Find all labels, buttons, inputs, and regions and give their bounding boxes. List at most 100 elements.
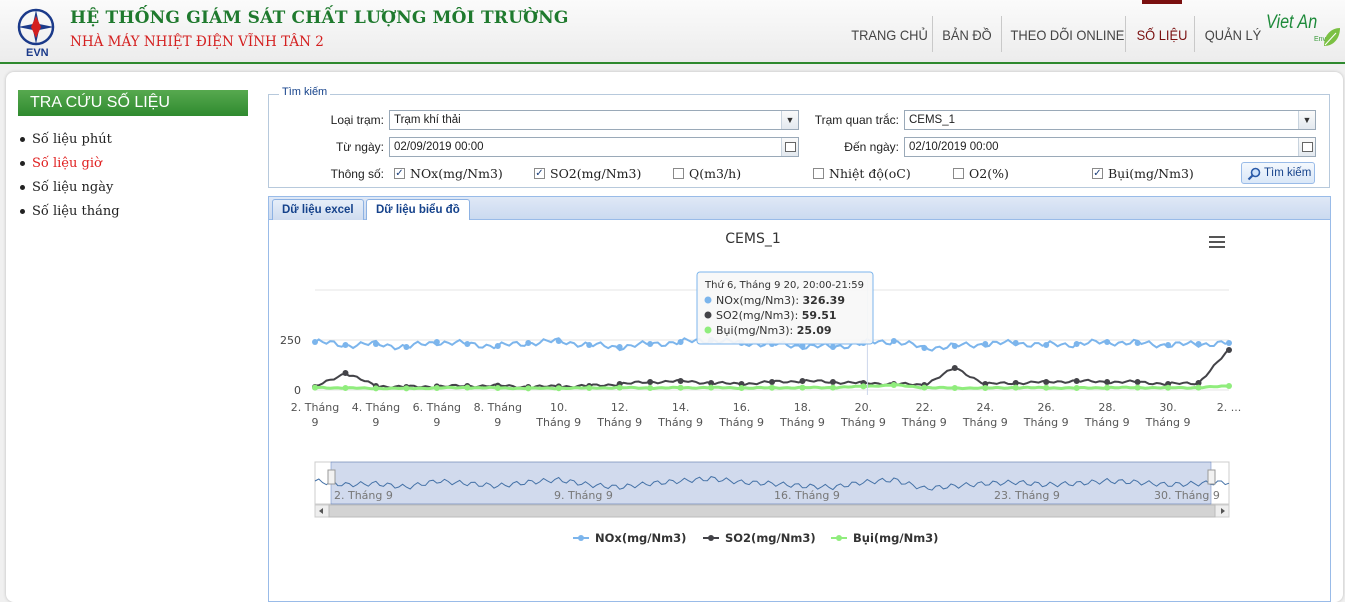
nav-data[interactable]: SỐ LIỆU bbox=[1136, 0, 1188, 62]
data-point[interactable] bbox=[799, 378, 806, 384]
data-point[interactable] bbox=[525, 385, 532, 392]
checkbox-temperature[interactable] bbox=[813, 168, 824, 179]
legend-marker[interactable] bbox=[708, 535, 714, 541]
data-point[interactable] bbox=[433, 385, 440, 391]
checkbox-o2[interactable] bbox=[953, 168, 964, 179]
checkbox-so2[interactable]: ✓ bbox=[534, 168, 545, 179]
station-select[interactable]: CEMS_1 ▼ bbox=[904, 110, 1316, 130]
data-point[interactable] bbox=[1165, 384, 1172, 391]
data-point[interactable] bbox=[1104, 384, 1111, 391]
navigator-handle[interactable] bbox=[327, 469, 336, 485]
nav-online-monitoring[interactable]: THEO DÕI ONLINE bbox=[1011, 0, 1125, 62]
navigator-scrollbar-thumb[interactable] bbox=[328, 504, 1216, 518]
chart-menu-icon[interactable] bbox=[1209, 236, 1225, 248]
tab-excel-data[interactable]: Dữ liệu excel bbox=[272, 199, 364, 220]
data-point[interactable] bbox=[403, 385, 410, 392]
checkbox-dust[interactable]: ✓ bbox=[1092, 168, 1103, 179]
data-point[interactable] bbox=[1104, 379, 1111, 385]
data-point[interactable] bbox=[890, 382, 897, 388]
from-date-input[interactable]: 02/09/2019 00:00 bbox=[389, 137, 799, 157]
sidebar-item-month-data[interactable]: Số liệu tháng bbox=[20, 204, 120, 219]
sidebar-item-day-data[interactable]: Số liệu ngày bbox=[20, 180, 113, 195]
legend-item[interactable]: NOx(mg/Nm3) bbox=[595, 531, 686, 545]
nav-home[interactable]: TRANG CHỦ bbox=[851, 0, 928, 62]
viet-an-logo[interactable]: Viet An Enviro bbox=[1266, 10, 1342, 52]
sidebar-item-hour-data[interactable]: Số liệu giờ bbox=[20, 156, 102, 171]
data-point[interactable] bbox=[464, 341, 471, 347]
data-point[interactable] bbox=[890, 338, 897, 344]
data-point[interactable] bbox=[1012, 384, 1019, 391]
data-point[interactable] bbox=[1134, 340, 1141, 346]
data-point[interactable] bbox=[616, 344, 623, 350]
legend-item[interactable]: Bụi(mg/Nm3) bbox=[853, 531, 938, 545]
data-point[interactable] bbox=[494, 385, 501, 391]
to-date-input[interactable]: 02/10/2019 00:00 bbox=[904, 137, 1316, 157]
data-point[interactable] bbox=[555, 338, 562, 344]
tab-chart-data[interactable]: Dữ liệu biểu đồ bbox=[366, 199, 470, 221]
data-point[interactable] bbox=[403, 344, 410, 350]
data-point[interactable] bbox=[769, 379, 775, 385]
data-point[interactable] bbox=[921, 345, 928, 351]
calendar-icon[interactable] bbox=[781, 138, 798, 156]
nav-management[interactable]: QUẢN LÝ bbox=[1204, 0, 1262, 62]
data-point[interactable] bbox=[312, 339, 318, 345]
station-type-select[interactable]: Trạm khí thải ▼ bbox=[389, 110, 799, 130]
data-point[interactable] bbox=[647, 379, 654, 385]
data-point[interactable] bbox=[829, 344, 836, 350]
data-point[interactable] bbox=[342, 370, 349, 376]
data-point[interactable] bbox=[1134, 384, 1141, 391]
data-point[interactable] bbox=[677, 378, 684, 384]
data-point[interactable] bbox=[677, 339, 684, 345]
data-point[interactable] bbox=[921, 384, 928, 391]
data-point[interactable] bbox=[525, 340, 532, 346]
chevron-down-icon[interactable]: ▼ bbox=[1298, 111, 1315, 129]
data-point[interactable] bbox=[372, 341, 379, 347]
data-point[interactable] bbox=[1043, 379, 1050, 385]
data-point[interactable] bbox=[1012, 340, 1019, 346]
data-point[interactable] bbox=[677, 384, 684, 391]
data-point[interactable] bbox=[312, 384, 318, 391]
legend-marker[interactable] bbox=[578, 535, 584, 541]
data-point[interactable] bbox=[982, 385, 989, 391]
data-point[interactable] bbox=[951, 385, 958, 391]
nav-map[interactable]: BẢN ĐỒ bbox=[940, 0, 993, 62]
data-point[interactable] bbox=[1195, 341, 1202, 347]
data-point[interactable] bbox=[1195, 384, 1202, 391]
checkbox-q[interactable] bbox=[673, 168, 684, 179]
navigator-handle[interactable] bbox=[1207, 469, 1216, 485]
data-point[interactable] bbox=[586, 385, 593, 391]
legend-item[interactable]: SO2(mg/Nm3) bbox=[725, 531, 816, 545]
calendar-icon[interactable] bbox=[1298, 138, 1315, 156]
data-point[interactable] bbox=[1073, 341, 1080, 347]
search-button[interactable]: Tìm kiếm bbox=[1241, 162, 1315, 184]
data-point[interactable] bbox=[829, 379, 836, 385]
data-point[interactable] bbox=[1226, 347, 1232, 353]
data-point[interactable] bbox=[647, 341, 654, 347]
data-point[interactable] bbox=[1226, 340, 1232, 346]
data-point[interactable] bbox=[586, 342, 593, 348]
data-point[interactable] bbox=[616, 384, 623, 391]
data-point[interactable] bbox=[769, 384, 775, 391]
sidebar-item-minute-data[interactable]: Số liệu phút bbox=[20, 132, 112, 147]
evn-logo[interactable]: EVN bbox=[10, 6, 66, 58]
data-point[interactable] bbox=[372, 385, 379, 392]
data-point[interactable] bbox=[951, 365, 958, 371]
data-point[interactable] bbox=[1165, 342, 1172, 348]
data-point[interactable] bbox=[1073, 385, 1080, 391]
data-point[interactable] bbox=[494, 343, 501, 349]
data-point[interactable] bbox=[708, 384, 715, 391]
data-point[interactable] bbox=[555, 385, 562, 392]
data-point[interactable] bbox=[342, 342, 349, 348]
data-point[interactable] bbox=[951, 343, 958, 349]
data-point[interactable] bbox=[860, 383, 867, 390]
data-point[interactable] bbox=[433, 339, 440, 345]
data-point[interactable] bbox=[342, 385, 349, 391]
data-point[interactable] bbox=[1043, 342, 1050, 348]
checkbox-nox[interactable]: ✓ bbox=[394, 168, 405, 179]
data-point[interactable] bbox=[464, 384, 471, 391]
data-point[interactable] bbox=[738, 385, 745, 391]
data-point[interactable] bbox=[829, 384, 836, 391]
data-point[interactable] bbox=[1226, 383, 1232, 389]
data-point[interactable] bbox=[1134, 379, 1141, 385]
data-point[interactable] bbox=[1104, 339, 1111, 345]
